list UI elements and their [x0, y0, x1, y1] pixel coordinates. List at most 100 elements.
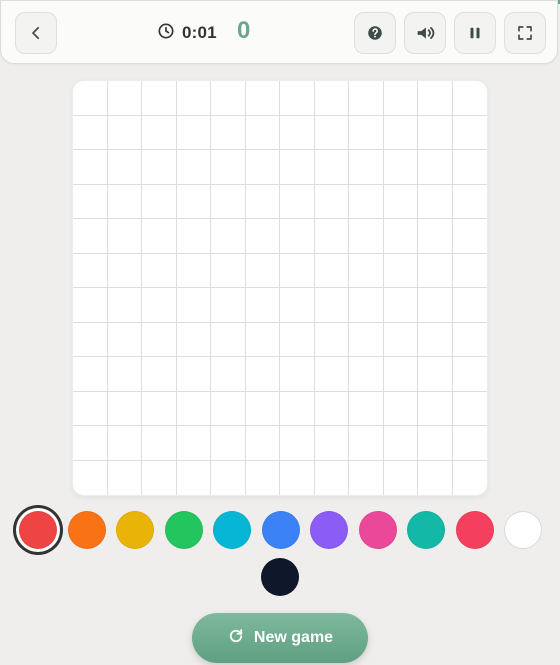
board-cell[interactable] [452, 426, 487, 461]
board-cell[interactable] [176, 460, 211, 495]
board-cell[interactable] [314, 426, 349, 461]
board-cell[interactable] [73, 81, 108, 116]
board-cell[interactable] [245, 81, 280, 116]
board-cell[interactable] [211, 253, 246, 288]
board-cell[interactable] [107, 288, 142, 323]
board-cell[interactable] [211, 391, 246, 426]
board-cell[interactable] [383, 460, 418, 495]
board-cell[interactable] [418, 115, 453, 150]
board-cell[interactable] [452, 288, 487, 323]
board-cell[interactable] [73, 357, 108, 392]
board-cell[interactable] [211, 150, 246, 185]
board-cell[interactable] [73, 150, 108, 185]
color-swatch[interactable] [261, 511, 300, 549]
board-cell[interactable] [418, 184, 453, 219]
board-cell[interactable] [107, 115, 142, 150]
board-cell[interactable] [211, 460, 246, 495]
board-cell[interactable] [245, 184, 280, 219]
board-cell[interactable] [245, 391, 280, 426]
board-cell[interactable] [314, 81, 349, 116]
board-cell[interactable] [383, 253, 418, 288]
board-cell[interactable] [452, 184, 487, 219]
board-cell[interactable] [418, 150, 453, 185]
board-cell[interactable] [142, 426, 177, 461]
new-game-button[interactable]: New game [192, 613, 368, 663]
board-cell[interactable] [211, 219, 246, 254]
board-cell[interactable] [73, 184, 108, 219]
board-cell[interactable] [142, 391, 177, 426]
board-cell[interactable] [314, 150, 349, 185]
board-cell[interactable] [176, 184, 211, 219]
board-cell[interactable] [349, 322, 384, 357]
board-cell[interactable] [211, 81, 246, 116]
board-cell[interactable] [349, 115, 384, 150]
board-cell[interactable] [211, 322, 246, 357]
color-swatch[interactable] [213, 511, 251, 549]
board-cell[interactable] [73, 460, 108, 495]
board-cell[interactable] [107, 460, 142, 495]
board-cell[interactable] [452, 253, 487, 288]
board-cell[interactable] [349, 219, 384, 254]
board-cell[interactable] [280, 81, 315, 116]
board-cell[interactable] [107, 391, 142, 426]
board-cell[interactable] [107, 357, 142, 392]
board-cell[interactable] [245, 460, 280, 495]
board-cell[interactable] [383, 288, 418, 323]
board-cell[interactable] [142, 115, 177, 150]
board-cell[interactable] [418, 288, 453, 323]
board-cell[interactable] [107, 150, 142, 185]
board-cell[interactable] [107, 219, 142, 254]
board-cell[interactable] [418, 391, 453, 426]
pause-button[interactable] [454, 12, 496, 54]
board-cell[interactable] [142, 357, 177, 392]
board-cell[interactable] [211, 288, 246, 323]
board-cell[interactable] [245, 219, 280, 254]
color-swatch[interactable] [407, 511, 445, 549]
board-cell[interactable] [142, 322, 177, 357]
board-cell[interactable] [176, 426, 211, 461]
board-cell[interactable] [383, 357, 418, 392]
board-cell[interactable] [245, 115, 280, 150]
board-cell[interactable] [314, 460, 349, 495]
board-cell[interactable] [142, 460, 177, 495]
board-cell[interactable] [73, 426, 108, 461]
board-cell[interactable] [73, 322, 108, 357]
board-cell[interactable] [280, 253, 315, 288]
board-cell[interactable] [349, 288, 384, 323]
board-cell[interactable] [142, 288, 177, 323]
board-cell[interactable] [418, 253, 453, 288]
board-cell[interactable] [176, 219, 211, 254]
board-cell[interactable] [211, 426, 246, 461]
board-cell[interactable] [280, 219, 315, 254]
board-cell[interactable] [107, 81, 142, 116]
board-cell[interactable] [176, 357, 211, 392]
help-button[interactable] [354, 12, 396, 54]
board-cell[interactable] [142, 253, 177, 288]
fullscreen-button[interactable] [504, 12, 546, 54]
board-cell[interactable] [314, 184, 349, 219]
board-cell[interactable] [245, 150, 280, 185]
board-cell[interactable] [176, 288, 211, 323]
board-cell[interactable] [280, 322, 315, 357]
board-cell[interactable] [452, 219, 487, 254]
board-cell[interactable] [176, 322, 211, 357]
board-cell[interactable] [280, 150, 315, 185]
board-cell[interactable] [245, 322, 280, 357]
board-cell[interactable] [452, 460, 487, 495]
board-cell[interactable] [176, 115, 211, 150]
board-cell[interactable] [418, 426, 453, 461]
board-cell[interactable] [349, 391, 384, 426]
board-cell[interactable] [245, 357, 280, 392]
board-cell[interactable] [383, 150, 418, 185]
board-grid[interactable] [73, 81, 487, 495]
board-cell[interactable] [418, 460, 453, 495]
board-cell[interactable] [280, 288, 315, 323]
board-cell[interactable] [383, 426, 418, 461]
board-cell[interactable] [349, 184, 384, 219]
color-swatch[interactable] [358, 511, 397, 549]
board-cell[interactable] [383, 322, 418, 357]
board-cell[interactable] [176, 253, 211, 288]
board-cell[interactable] [245, 426, 280, 461]
board-cell[interactable] [314, 391, 349, 426]
board-cell[interactable] [314, 322, 349, 357]
